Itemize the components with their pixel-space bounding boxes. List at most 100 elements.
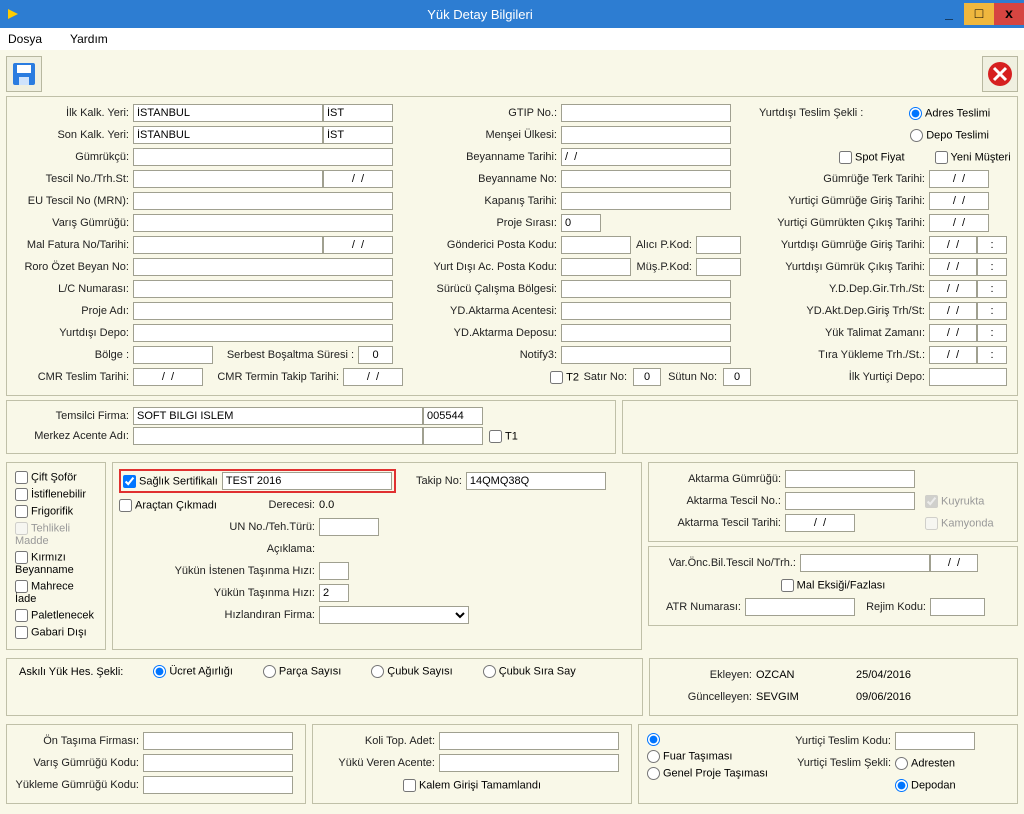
on-tasima-input[interactable] [143, 732, 293, 750]
koli-top-input[interactable] [439, 732, 619, 750]
tescil-date-input[interactable] [323, 170, 393, 188]
satir-no-input[interactable] [633, 368, 661, 386]
ilk-kalk-yeri-input[interactable] [133, 104, 323, 122]
proje-adi-input[interactable] [133, 302, 393, 320]
spot-fiyat-checkbox[interactable] [839, 151, 852, 164]
adres-teslimi-radio[interactable] [909, 107, 922, 120]
yurtdisi-gumruk-cikis-time[interactable] [977, 258, 1007, 276]
mensei-input[interactable] [561, 126, 731, 144]
var-onc-bil-date[interactable] [930, 554, 978, 572]
beyanname-no-input[interactable] [561, 170, 731, 188]
window-close-button[interactable]: x [994, 3, 1024, 25]
yd-aktarma-depo-input[interactable] [561, 324, 731, 342]
yukleme-gumrugu-input[interactable] [143, 776, 293, 794]
yurtici-gumruge-giris-input[interactable] [929, 192, 989, 210]
aktarma-gumrugu-input[interactable] [785, 470, 915, 488]
mal-fatura-date-input[interactable] [323, 236, 393, 254]
surucu-bolge-input[interactable] [561, 280, 731, 298]
mal-fatura-input[interactable] [133, 236, 323, 254]
lc-input[interactable] [133, 280, 393, 298]
aktarma-tescil-tarihi-input[interactable] [785, 514, 855, 532]
kalem-girisi-checkbox[interactable] [403, 779, 416, 792]
parca-sayisi-radio[interactable] [263, 665, 276, 678]
adresten-radio[interactable] [895, 757, 908, 770]
takip-no-input[interactable] [466, 472, 606, 490]
yuk-talimat-time[interactable] [977, 324, 1007, 342]
beyanname-tarihi-input[interactable] [561, 148, 731, 166]
kapanis-input[interactable] [561, 192, 731, 210]
yeni-musteri-checkbox[interactable] [935, 151, 948, 164]
yd-akt-dep-giris-date[interactable] [929, 302, 977, 320]
yuku-veren-input[interactable] [439, 754, 619, 772]
yd-dep-gir-date[interactable] [929, 280, 977, 298]
varis-gumrugu-kodu-input[interactable] [143, 754, 293, 772]
tira-yukleme-time[interactable] [977, 346, 1007, 364]
save-button[interactable] [6, 56, 42, 92]
atr-numarasi-input[interactable] [745, 598, 855, 616]
bolge-input[interactable] [133, 346, 213, 364]
mahrece-iade-checkbox[interactable] [15, 580, 28, 593]
rejim-kodu-input[interactable] [930, 598, 985, 616]
eu-tescil-input[interactable] [133, 192, 393, 210]
ilk-kalk-code-input[interactable] [323, 104, 393, 122]
varis-gumrugu-input[interactable] [133, 214, 393, 232]
cmr-termin-input[interactable] [343, 368, 403, 386]
maximize-button[interactable]: □ [964, 3, 994, 25]
gumrukcu-input[interactable] [133, 148, 393, 166]
yurtdisi-gumruk-cikis-date[interactable] [929, 258, 977, 276]
yd-akt-dep-giris-time[interactable] [977, 302, 1007, 320]
temsilci-firma-code[interactable] [423, 407, 483, 425]
paletlenecek-checkbox[interactable] [15, 609, 28, 622]
cmr-teslim-input[interactable] [133, 368, 203, 386]
notify3-input[interactable] [561, 346, 731, 364]
gtip-input[interactable] [561, 104, 731, 122]
minimize-button[interactable]: _ [934, 3, 964, 25]
son-kalk-code-input[interactable] [323, 126, 393, 144]
var-onc-bil-input[interactable] [800, 554, 930, 572]
yurtici-gumrukten-cikis-input[interactable] [929, 214, 989, 232]
roro-ozet-input[interactable] [133, 258, 393, 276]
alici-pkod-input[interactable] [696, 236, 741, 254]
temsilci-firma-input[interactable] [133, 407, 423, 425]
serbest-bosaltma-input[interactable] [358, 346, 393, 364]
son-kalk-yeri-input[interactable] [133, 126, 323, 144]
cubuk-sira-say-radio[interactable] [483, 665, 496, 678]
saglik-sertifikali-checkbox[interactable] [123, 475, 136, 488]
yurtici-teslim-kodu-input[interactable] [895, 732, 975, 750]
proje-sirasi-input[interactable] [561, 214, 601, 232]
sutun-no-input[interactable] [723, 368, 751, 386]
gonderici-posta-input[interactable] [561, 236, 631, 254]
t2-checkbox[interactable] [550, 371, 563, 384]
saglik-sertifikali-input[interactable] [222, 472, 392, 490]
istiflenebilir-checkbox[interactable] [15, 488, 28, 501]
yurtdisi-gumruge-giris-time[interactable] [977, 236, 1007, 254]
mal-eksigi-checkbox[interactable] [781, 579, 794, 592]
depodan-radio[interactable] [895, 779, 908, 792]
yurtdisi-depo-input[interactable] [133, 324, 393, 342]
tira-yukleme-date[interactable] [929, 346, 977, 364]
merkez-acente-code[interactable] [423, 427, 483, 445]
menu-file[interactable]: Dosya [8, 32, 42, 46]
aktarma-tescil-no-input[interactable] [785, 492, 915, 510]
merkez-acente-input[interactable] [133, 427, 423, 445]
yd-aktarma-acente-input[interactable] [561, 302, 731, 320]
aractan-cikmadi-checkbox[interactable] [119, 499, 132, 512]
frigorifik-checkbox[interactable] [15, 505, 28, 518]
yukun-istenen-input[interactable] [319, 562, 349, 580]
cift-sofor-checkbox[interactable] [15, 471, 28, 484]
gabari-disi-checkbox[interactable] [15, 626, 28, 639]
kirmizi-beyanname-checkbox[interactable] [15, 551, 28, 564]
fuar-tasimasi-radio[interactable] [647, 750, 660, 763]
ilk-yurtici-depo-input[interactable] [929, 368, 1007, 386]
genel-proje-radio[interactable] [647, 767, 660, 780]
yurtdisi-gumruge-giris-date[interactable] [929, 236, 977, 254]
cubuk-sayisi-radio[interactable] [371, 665, 384, 678]
yurtdisi-ac-input[interactable] [561, 258, 631, 276]
close-button[interactable] [982, 56, 1018, 92]
t1-checkbox[interactable] [489, 430, 502, 443]
menu-help[interactable]: Yardım [70, 32, 108, 46]
hizlandiran-select[interactable] [319, 606, 469, 624]
yd-dep-gir-time[interactable] [977, 280, 1007, 298]
empty-radio[interactable] [647, 733, 660, 746]
ucret-agirligi-radio[interactable] [153, 665, 166, 678]
